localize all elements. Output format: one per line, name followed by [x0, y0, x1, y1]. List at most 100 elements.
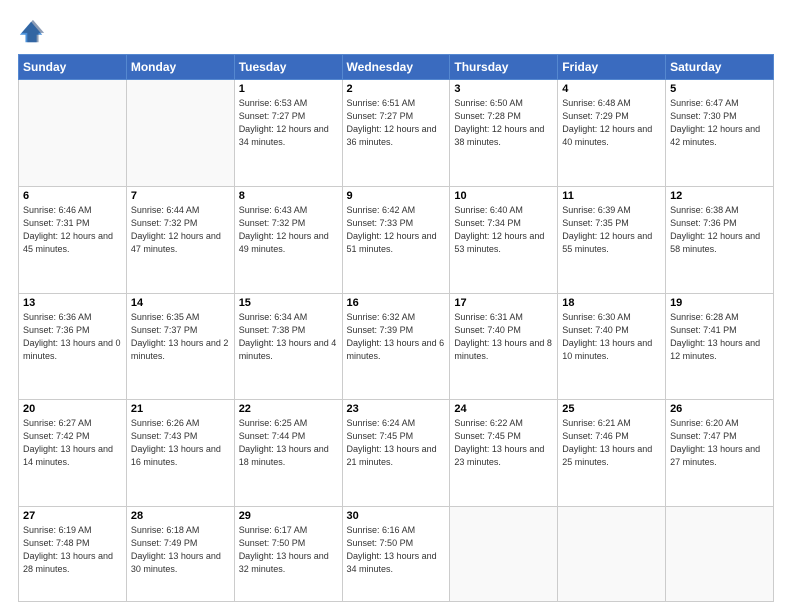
day-info: Sunrise: 6:39 AM Sunset: 7:35 PM Dayligh…	[562, 204, 661, 256]
day-info: Sunrise: 6:17 AM Sunset: 7:50 PM Dayligh…	[239, 524, 338, 576]
day-number: 13	[23, 297, 122, 309]
calendar-header-thursday: Thursday	[450, 55, 558, 80]
calendar-cell: 25Sunrise: 6:21 AM Sunset: 7:46 PM Dayli…	[558, 400, 666, 507]
day-info: Sunrise: 6:47 AM Sunset: 7:30 PM Dayligh…	[670, 97, 769, 149]
day-info: Sunrise: 6:44 AM Sunset: 7:32 PM Dayligh…	[131, 204, 230, 256]
day-info: Sunrise: 6:51 AM Sunset: 7:27 PM Dayligh…	[347, 97, 446, 149]
calendar-week-5: 27 Sunrise: 6:19 AM Sunset: 7:48 PM Dayli…	[19, 507, 774, 602]
calendar-header-tuesday: Tuesday	[234, 55, 342, 80]
day-info: Sunrise: 6:26 AM Sunset: 7:43 PM Dayligh…	[131, 417, 230, 469]
day-info: Sunrise: 6:34 AM Sunset: 7:38 PM Dayligh…	[239, 311, 338, 363]
calendar-week-2: 6Sunrise: 6:46 AM Sunset: 7:31 PM Daylig…	[19, 186, 774, 293]
day-info: Sunrise: 6:24 AM Sunset: 7:45 PM Dayligh…	[347, 417, 446, 469]
calendar-week-3: 13 Sunrise: 6:36 AM Sunset: 7:36 PM Dayli…	[19, 293, 774, 400]
calendar-cell: 5 Sunrise: 6:47 AM Sunset: 7:30 PM Daylig…	[666, 80, 774, 187]
day-info: Sunrise: 6:19 AM Sunset: 7:48 PM Dayligh…	[23, 524, 122, 576]
calendar-cell: 10 Sunrise: 6:40 AM Sunset: 7:34 PM Dayli…	[450, 186, 558, 293]
calendar-week-1: 1 Sunrise: 6:53 AM Sunset: 7:27 PM Daylig…	[19, 80, 774, 187]
day-number: 4	[562, 83, 661, 95]
calendar-cell	[666, 507, 774, 602]
calendar-cell: 26 Sunrise: 6:20 AM Sunset: 7:47 PM Dayli…	[666, 400, 774, 507]
calendar-cell	[126, 80, 234, 187]
day-number: 22	[239, 403, 338, 415]
day-info: Sunrise: 6:35 AM Sunset: 7:37 PM Dayligh…	[131, 311, 230, 363]
day-info: Sunrise: 6:43 AM Sunset: 7:32 PM Dayligh…	[239, 204, 338, 256]
calendar-cell: 30Sunrise: 6:16 AM Sunset: 7:50 PM Dayli…	[342, 507, 450, 602]
day-number: 27	[23, 510, 122, 522]
calendar-cell: 20 Sunrise: 6:27 AM Sunset: 7:42 PM Dayli…	[19, 400, 127, 507]
day-number: 20	[23, 403, 122, 415]
day-info: Sunrise: 6:42 AM Sunset: 7:33 PM Dayligh…	[347, 204, 446, 256]
day-info: Sunrise: 6:31 AM Sunset: 7:40 PM Dayligh…	[454, 311, 553, 363]
day-number: 1	[239, 83, 338, 95]
day-info: Sunrise: 6:22 AM Sunset: 7:45 PM Dayligh…	[454, 417, 553, 469]
calendar-cell	[19, 80, 127, 187]
day-number: 7	[131, 190, 230, 202]
calendar-header-friday: Friday	[558, 55, 666, 80]
day-number: 19	[670, 297, 769, 309]
day-info: Sunrise: 6:21 AM Sunset: 7:46 PM Dayligh…	[562, 417, 661, 469]
calendar-cell: 22 Sunrise: 6:25 AM Sunset: 7:44 PM Dayli…	[234, 400, 342, 507]
calendar-table: SundayMondayTuesdayWednesdayThursdayFrid…	[18, 54, 774, 602]
calendar-cell: 2 Sunrise: 6:51 AM Sunset: 7:27 PM Daylig…	[342, 80, 450, 187]
calendar-cell: 24Sunrise: 6:22 AM Sunset: 7:45 PM Dayli…	[450, 400, 558, 507]
day-number: 8	[239, 190, 338, 202]
day-info: Sunrise: 6:25 AM Sunset: 7:44 PM Dayligh…	[239, 417, 338, 469]
calendar-cell: 12 Sunrise: 6:38 AM Sunset: 7:36 PM Dayli…	[666, 186, 774, 293]
calendar-header-sunday: Sunday	[19, 55, 127, 80]
calendar-cell: 19 Sunrise: 6:28 AM Sunset: 7:41 PM Dayli…	[666, 293, 774, 400]
day-number: 3	[454, 83, 553, 95]
day-info: Sunrise: 6:32 AM Sunset: 7:39 PM Dayligh…	[347, 311, 446, 363]
day-number: 2	[347, 83, 446, 95]
calendar-cell: 6Sunrise: 6:46 AM Sunset: 7:31 PM Daylig…	[19, 186, 127, 293]
day-number: 12	[670, 190, 769, 202]
calendar-cell: 9 Sunrise: 6:42 AM Sunset: 7:33 PM Daylig…	[342, 186, 450, 293]
calendar-cell: 28Sunrise: 6:18 AM Sunset: 7:49 PM Dayli…	[126, 507, 234, 602]
day-number: 17	[454, 297, 553, 309]
day-info: Sunrise: 6:28 AM Sunset: 7:41 PM Dayligh…	[670, 311, 769, 363]
calendar-header-saturday: Saturday	[666, 55, 774, 80]
day-info: Sunrise: 6:36 AM Sunset: 7:36 PM Dayligh…	[23, 311, 122, 363]
calendar-cell	[450, 507, 558, 602]
day-number: 26	[670, 403, 769, 415]
day-number: 5	[670, 83, 769, 95]
day-number: 16	[347, 297, 446, 309]
logo-icon	[18, 18, 46, 46]
calendar-cell: 16 Sunrise: 6:32 AM Sunset: 7:39 PM Dayli…	[342, 293, 450, 400]
day-info: Sunrise: 6:16 AM Sunset: 7:50 PM Dayligh…	[347, 524, 446, 576]
calendar-cell: 1 Sunrise: 6:53 AM Sunset: 7:27 PM Daylig…	[234, 80, 342, 187]
day-info: Sunrise: 6:38 AM Sunset: 7:36 PM Dayligh…	[670, 204, 769, 256]
day-number: 9	[347, 190, 446, 202]
day-info: Sunrise: 6:50 AM Sunset: 7:28 PM Dayligh…	[454, 97, 553, 149]
calendar-cell: 7 Sunrise: 6:44 AM Sunset: 7:32 PM Daylig…	[126, 186, 234, 293]
calendar-cell: 15 Sunrise: 6:34 AM Sunset: 7:38 PM Dayli…	[234, 293, 342, 400]
calendar-cell	[558, 507, 666, 602]
calendar-cell: 29 Sunrise: 6:17 AM Sunset: 7:50 PM Dayli…	[234, 507, 342, 602]
day-number: 6	[23, 190, 122, 202]
day-info: Sunrise: 6:48 AM Sunset: 7:29 PM Dayligh…	[562, 97, 661, 149]
calendar-header-monday: Monday	[126, 55, 234, 80]
calendar-header-row: SundayMondayTuesdayWednesdayThursdayFrid…	[19, 55, 774, 80]
day-number: 23	[347, 403, 446, 415]
calendar-cell: 17 Sunrise: 6:31 AM Sunset: 7:40 PM Dayli…	[450, 293, 558, 400]
header	[18, 18, 774, 46]
day-info: Sunrise: 6:53 AM Sunset: 7:27 PM Dayligh…	[239, 97, 338, 149]
day-info: Sunrise: 6:20 AM Sunset: 7:47 PM Dayligh…	[670, 417, 769, 469]
calendar-cell: 13 Sunrise: 6:36 AM Sunset: 7:36 PM Dayli…	[19, 293, 127, 400]
calendar-cell: 8 Sunrise: 6:43 AM Sunset: 7:32 PM Daylig…	[234, 186, 342, 293]
day-number: 29	[239, 510, 338, 522]
calendar-week-4: 20 Sunrise: 6:27 AM Sunset: 7:42 PM Dayli…	[19, 400, 774, 507]
calendar-cell: 27 Sunrise: 6:19 AM Sunset: 7:48 PM Dayli…	[19, 507, 127, 602]
calendar-cell: 11Sunrise: 6:39 AM Sunset: 7:35 PM Dayli…	[558, 186, 666, 293]
calendar-cell: 3 Sunrise: 6:50 AM Sunset: 7:28 PM Daylig…	[450, 80, 558, 187]
calendar-cell: 23 Sunrise: 6:24 AM Sunset: 7:45 PM Dayli…	[342, 400, 450, 507]
day-number: 10	[454, 190, 553, 202]
day-info: Sunrise: 6:40 AM Sunset: 7:34 PM Dayligh…	[454, 204, 553, 256]
day-number: 14	[131, 297, 230, 309]
day-number: 21	[131, 403, 230, 415]
day-info: Sunrise: 6:18 AM Sunset: 7:49 PM Dayligh…	[131, 524, 230, 576]
day-info: Sunrise: 6:27 AM Sunset: 7:42 PM Dayligh…	[23, 417, 122, 469]
calendar-cell: 4 Sunrise: 6:48 AM Sunset: 7:29 PM Daylig…	[558, 80, 666, 187]
day-number: 18	[562, 297, 661, 309]
day-number: 15	[239, 297, 338, 309]
